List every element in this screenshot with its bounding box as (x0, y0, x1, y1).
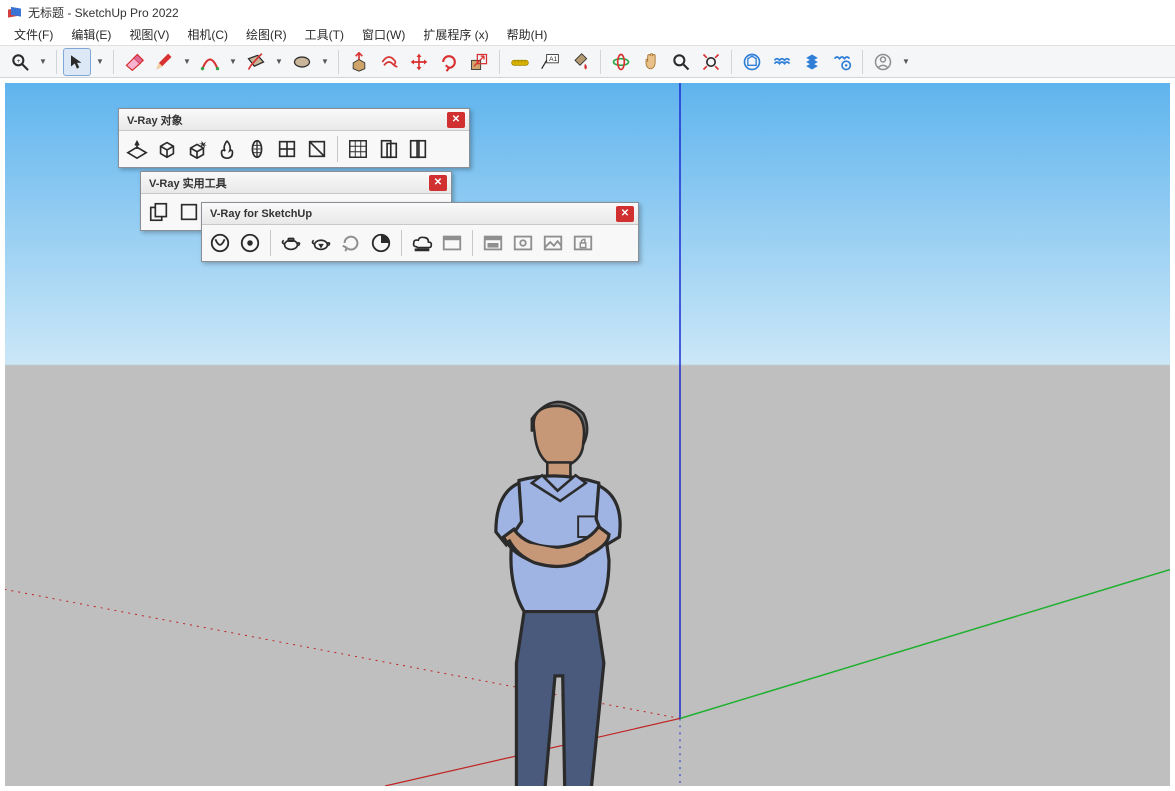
orbit-icon[interactable] (607, 48, 635, 76)
vray-frame-icon[interactable] (509, 229, 537, 257)
pencil-icon[interactable] (150, 48, 178, 76)
panel-vray-objects[interactable]: V-Ray 对象 ✕ (118, 108, 470, 168)
vray-plane-icon[interactable] (123, 135, 151, 163)
scale-figure (465, 393, 645, 791)
vray-window-icon[interactable] (303, 135, 331, 163)
vray-gridgrid-icon[interactable] (344, 135, 372, 163)
vray-feather-icon[interactable] (243, 135, 271, 163)
tape-measure-icon[interactable] (506, 48, 534, 76)
menu-ext[interactable]: 扩展程序 (x) (415, 24, 496, 45)
vray-image-icon[interactable] (539, 229, 567, 257)
panel-header[interactable]: V-Ray 实用工具 ✕ (141, 172, 451, 194)
menu-draw[interactable]: 绘图(R) (238, 24, 295, 45)
layers-settings-icon[interactable] (828, 48, 856, 76)
vray-timer-icon[interactable] (367, 229, 395, 257)
pan-icon[interactable] (637, 48, 665, 76)
menu-camera[interactable]: 相机(C) (179, 24, 236, 45)
vray-box-icon[interactable] (153, 135, 181, 163)
close-icon[interactable]: ✕ (429, 175, 447, 191)
main-toolbar: + ▼ ▼ ▼ ▼ ▼ ▼ A1 (0, 46, 1175, 78)
vray-teapot-icon[interactable] (277, 229, 305, 257)
eraser-icon[interactable] (120, 48, 148, 76)
window-title: 无标题 - SketchUp Pro 2022 (28, 4, 179, 21)
vray-bookmark-icon[interactable] (374, 135, 402, 163)
rectangle-dropdown[interactable]: ▼ (272, 57, 286, 66)
app-icon (6, 4, 22, 20)
svg-text:+: + (17, 57, 21, 64)
viewport-3d[interactable]: V-Ray 对象 ✕ V-Ray 实用工具 ✕ (0, 78, 1175, 791)
vray-vfb-icon[interactable] (438, 229, 466, 257)
arc-dropdown[interactable]: ▼ (226, 57, 240, 66)
select-dropdown[interactable]: ▼ (93, 57, 107, 66)
close-icon[interactable]: ✕ (616, 206, 634, 222)
menu-window[interactable]: 窗口(W) (354, 24, 413, 45)
vray-batch-icon[interactable] (479, 229, 507, 257)
vray-fire-icon[interactable] (213, 135, 241, 163)
vray-box-spark-icon[interactable] (183, 135, 211, 163)
rotate-icon[interactable] (435, 48, 463, 76)
offset-icon[interactable] (375, 48, 403, 76)
vray-grid-icon[interactable] (273, 135, 301, 163)
panel-title: V-Ray 对象 (127, 112, 183, 128)
rectangle-icon[interactable] (242, 48, 270, 76)
pencil-dropdown[interactable]: ▼ (180, 57, 194, 66)
panel-title: V-Ray 实用工具 (149, 175, 227, 191)
zoom-extents-icon[interactable] (697, 48, 725, 76)
move-icon[interactable] (405, 48, 433, 76)
extensions-manage-icon[interactable] (798, 48, 826, 76)
menu-view[interactable]: 视图(V) (121, 24, 177, 45)
vray-cloud-icon[interactable] (408, 229, 436, 257)
svg-text:A1: A1 (549, 56, 557, 63)
arc-icon[interactable] (196, 48, 224, 76)
vray-bookmark2-icon[interactable] (404, 135, 432, 163)
circle-icon[interactable] (288, 48, 316, 76)
vray-logo-icon[interactable] (206, 229, 234, 257)
menu-tools[interactable]: 工具(T) (297, 24, 352, 45)
scale-icon[interactable] (465, 48, 493, 76)
close-icon[interactable]: ✕ (447, 112, 465, 128)
user-profile-icon[interactable] (869, 48, 897, 76)
panel-header[interactable]: V-Ray for SketchUp ✕ (202, 203, 638, 225)
menu-edit[interactable]: 编辑(E) (63, 24, 119, 45)
search-icon[interactable]: + (6, 48, 34, 76)
menu-help[interactable]: 帮助(H) (499, 24, 556, 45)
text-label-icon[interactable]: A1 (536, 48, 564, 76)
panel-header[interactable]: V-Ray 对象 ✕ (119, 109, 469, 131)
vray-loop-icon[interactable] (337, 229, 365, 257)
user-dropdown[interactable]: ▼ (899, 57, 913, 66)
panel-title: V-Ray for SketchUp (210, 208, 312, 220)
zoom-icon[interactable] (667, 48, 695, 76)
vray-lock-icon[interactable] (569, 229, 597, 257)
warehouse-icon[interactable] (738, 48, 766, 76)
menu-bar: 文件(F) 编辑(E) 视图(V) 相机(C) 绘图(R) 工具(T) 窗口(W… (0, 24, 1175, 46)
vray-copies-icon[interactable] (145, 198, 173, 226)
pushpull-icon[interactable] (345, 48, 373, 76)
extensions-store-icon[interactable] (768, 48, 796, 76)
select-arrow-icon[interactable] (63, 48, 91, 76)
panel-vray-main[interactable]: V-Ray for SketchUp ✕ (201, 202, 639, 262)
menu-file[interactable]: 文件(F) (6, 24, 61, 45)
vray-teapot-rt-icon[interactable] (307, 229, 335, 257)
vray-target-icon[interactable] (236, 229, 264, 257)
search-dropdown[interactable]: ▼ (36, 57, 50, 66)
title-bar: 无标题 - SketchUp Pro 2022 (0, 0, 1175, 24)
circle-dropdown[interactable]: ▼ (318, 57, 332, 66)
vray-note-icon[interactable] (175, 198, 203, 226)
paint-bucket-icon[interactable] (566, 48, 594, 76)
